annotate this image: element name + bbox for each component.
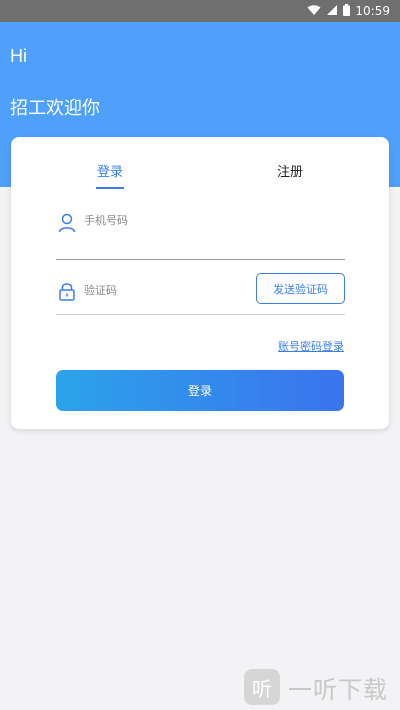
send-code-button[interactable]: 发送验证码 xyxy=(256,273,345,304)
user-icon xyxy=(58,213,76,233)
phone-input[interactable] xyxy=(84,211,334,229)
phone-field xyxy=(56,207,345,260)
lock-icon xyxy=(59,283,75,301)
login-button[interactable]: 登录 xyxy=(56,370,344,411)
status-bar: 10:59 xyxy=(0,0,400,22)
tab-register[interactable]: 注册 xyxy=(277,161,303,180)
watermark: 听 一听下载 xyxy=(240,664,400,710)
watermark-logo-icon: 听 xyxy=(244,669,280,705)
greeting-text: Hi xyxy=(10,46,27,66)
cellular-signal-icon xyxy=(327,5,337,15)
password-login-link[interactable]: 账号密码登录 xyxy=(278,338,344,354)
status-icons xyxy=(307,4,350,16)
status-time: 10:59 xyxy=(355,4,390,18)
login-card: 登录 注册 发送验证码 账号密码登录 登录 xyxy=(11,137,389,429)
watermark-text: 一听下载 xyxy=(288,675,388,704)
code-input[interactable] xyxy=(84,281,244,299)
tab-login[interactable]: 登录 xyxy=(95,161,125,189)
wifi-icon xyxy=(307,5,321,15)
code-field: 发送验证码 xyxy=(56,269,345,315)
battery-icon xyxy=(343,4,350,16)
welcome-text: 招工欢迎你 xyxy=(10,98,100,119)
